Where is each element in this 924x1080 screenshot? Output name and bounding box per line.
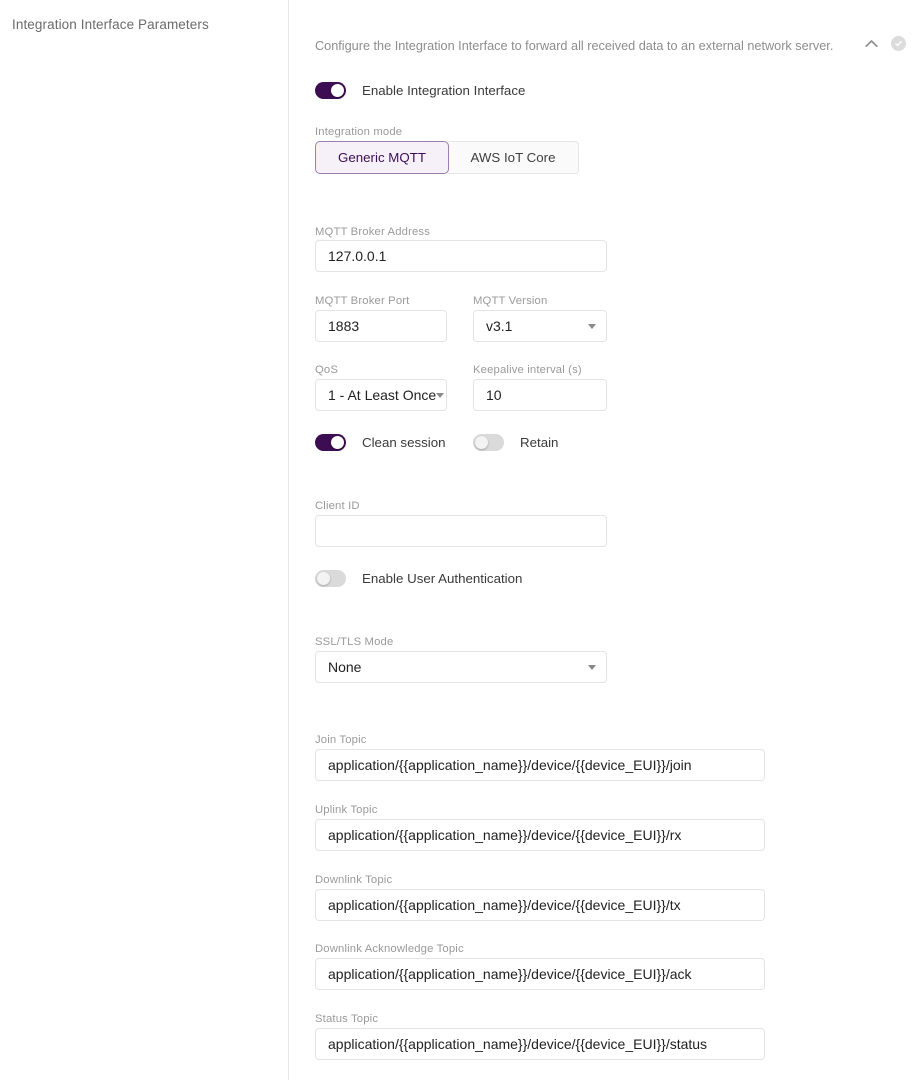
mqtt-broker-address-input[interactable]	[315, 240, 607, 272]
chevron-down-icon	[588, 664, 596, 670]
clean-session-label: Clean session	[362, 435, 446, 450]
clean-session-row: Clean session	[315, 434, 446, 451]
chevron-up-icon[interactable]	[860, 32, 882, 54]
qos-select[interactable]: 1 - At Least Once	[315, 379, 447, 411]
clean-session-toggle[interactable]	[315, 434, 346, 451]
enable-integration-interface-label: Enable Integration Interface	[362, 83, 526, 98]
enable-integration-interface-row: Enable Integration Interface	[315, 82, 525, 99]
integration-mode-label: Integration mode	[315, 126, 403, 138]
client-id-label: Client ID	[315, 500, 360, 512]
panel-header-actions	[860, 32, 906, 54]
downlink-topic-label: Downlink Topic	[315, 874, 393, 886]
toggle-knob	[317, 572, 330, 585]
ssl-tls-mode-select[interactable]: None	[315, 651, 607, 683]
integration-mode-option-generic-mqtt[interactable]: Generic MQTT	[315, 141, 449, 174]
qos-label: QoS	[315, 364, 339, 376]
toggle-knob	[475, 436, 488, 449]
enable-user-authentication-row: Enable User Authentication	[315, 570, 522, 587]
client-id-input[interactable]	[315, 515, 607, 547]
retain-toggle[interactable]	[473, 434, 504, 451]
panel-description: Configure the Integration Interface to f…	[315, 39, 834, 53]
integration-mode-option-aws-iot-core[interactable]: AWS IoT Core	[448, 141, 579, 174]
downlink-topic-input[interactable]	[315, 889, 765, 921]
enable-user-authentication-label: Enable User Authentication	[362, 571, 523, 586]
qos-value: 1 - At Least Once	[328, 387, 437, 403]
page-title: Integration Interface Parameters	[12, 17, 209, 32]
retain-row: Retain	[473, 434, 558, 451]
ssl-tls-mode-label: SSL/TLS Mode	[315, 636, 394, 648]
uplink-topic-label: Uplink Topic	[315, 804, 378, 816]
toggle-knob	[331, 436, 344, 449]
downlink-acknowledge-topic-label: Downlink Acknowledge Topic	[315, 943, 464, 955]
mqtt-version-label: MQTT Version	[473, 295, 548, 307]
panel-header: Configure the Integration Interface to f…	[315, 35, 910, 59]
mqtt-version-value: v3.1	[486, 318, 513, 334]
mqtt-broker-port-label: MQTT Broker Port	[315, 295, 410, 307]
left-pane: Integration Interface Parameters	[0, 0, 289, 1080]
join-topic-label: Join Topic	[315, 734, 367, 746]
keepalive-label: Keepalive interval (s)	[473, 364, 582, 376]
settings-pane: Configure the Integration Interface to f…	[290, 0, 924, 1080]
chevron-down-icon	[588, 323, 596, 329]
mqtt-broker-address-label: MQTT Broker Address	[315, 226, 431, 238]
join-topic-input[interactable]	[315, 749, 765, 781]
mqtt-broker-port-input[interactable]	[315, 310, 447, 342]
mqtt-version-select[interactable]: v3.1	[473, 310, 607, 342]
integration-interface-page: Integration Interface Parameters Configu…	[0, 0, 924, 1080]
status-topic-label: Status Topic	[315, 1013, 379, 1025]
enable-user-authentication-toggle[interactable]	[315, 570, 346, 587]
enable-integration-interface-toggle[interactable]	[315, 82, 346, 99]
retain-label: Retain	[520, 435, 559, 450]
uplink-topic-input[interactable]	[315, 819, 765, 851]
downlink-acknowledge-topic-input[interactable]	[315, 958, 765, 990]
check-circle-icon	[891, 35, 906, 51]
chevron-down-icon	[436, 392, 445, 398]
keepalive-input[interactable]	[473, 379, 607, 411]
toggle-knob	[331, 84, 344, 97]
status-topic-input[interactable]	[315, 1028, 765, 1060]
integration-mode-segmented: Generic MQTT AWS IoT Core	[315, 141, 579, 174]
ssl-tls-mode-value: None	[328, 659, 362, 675]
